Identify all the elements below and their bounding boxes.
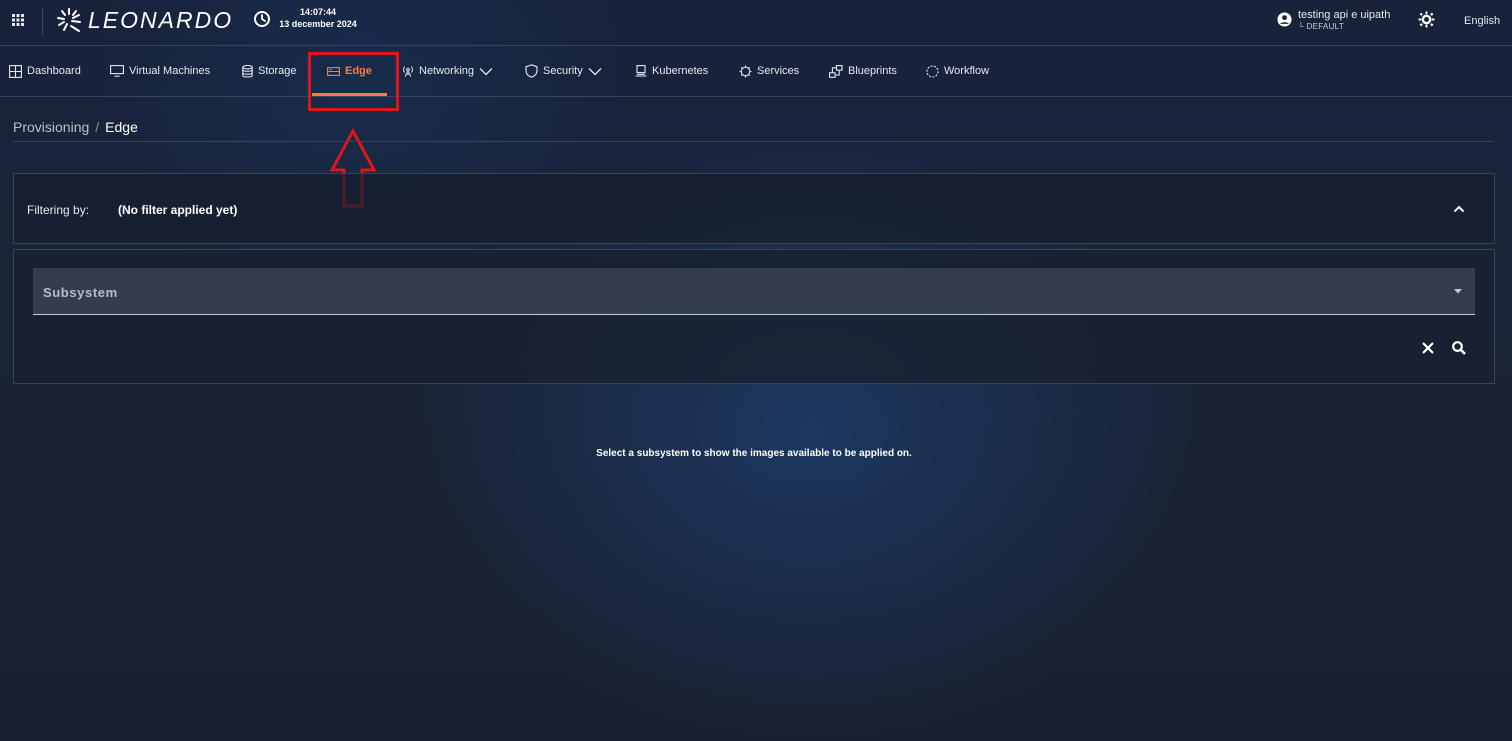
subsystem-select[interactable]: Subsystem — [33, 268, 1475, 315]
breadcrumb-current: Edge — [105, 119, 138, 135]
nav-services[interactable]: Services — [739, 46, 799, 96]
nav-virtual-machines[interactable]: Virtual Machines — [110, 46, 210, 96]
date-time: 14:07:44 13 december 2024 — [276, 7, 360, 30]
nav-storage[interactable]: Storage — [242, 46, 297, 96]
nav-security-label: Security — [543, 65, 583, 77]
subsystem-select-label: Subsystem — [43, 285, 118, 300]
empty-state-message: Select a subsystem to show the images av… — [596, 448, 912, 459]
apps-grid-icon[interactable] — [11, 13, 25, 27]
leonardo-logo[interactable]: LEONARDO — [56, 5, 233, 35]
language-selector[interactable]: English — [1464, 15, 1500, 27]
nav-blueprints-label: Blueprints — [848, 65, 897, 77]
nav-kubernetes-label: Kubernetes — [652, 65, 709, 77]
user-name: testing api e uipath — [1298, 9, 1391, 21]
theme-toggle-icon[interactable] — [1418, 11, 1435, 28]
blueprints-icon — [829, 64, 843, 78]
clear-filter-icon[interactable] — [1420, 340, 1436, 356]
breadcrumb-separator: / — [95, 119, 100, 135]
caret-down-icon — [1454, 289, 1462, 294]
breadcrumb-provisioning[interactable]: Provisioning — [13, 119, 89, 135]
logo-text: LEONARDO — [88, 6, 234, 33]
nav-networking[interactable]: Networking — [402, 46, 493, 96]
chevron-down-icon — [479, 67, 493, 75]
top-bar: LEONARDO 14:07:44 13 december 2024 testi… — [0, 0, 1512, 45]
main-navigation: Dashboard Virtual Machines Storage Edge — [0, 45, 1512, 97]
antenna-icon — [403, 66, 413, 77]
current-time: 14:07:44 — [299, 7, 337, 17]
filter-label: Filtering by: — [27, 203, 90, 217]
nav-services-label: Services — [757, 65, 800, 77]
search-icon[interactable] — [1451, 340, 1467, 356]
nav-kubernetes[interactable]: Kubernetes — [635, 46, 708, 96]
nav-blueprints[interactable]: Blueprints — [829, 46, 897, 96]
dashboard-icon — [9, 64, 22, 78]
filter-panel: Subsystem — [13, 249, 1495, 384]
nav-security[interactable]: Security — [525, 46, 602, 96]
kubernetes-icon — [635, 65, 647, 77]
annotation-highlight-box — [308, 52, 399, 111]
divider — [42, 8, 43, 36]
nav-workflow[interactable]: Workflow — [926, 46, 989, 96]
chevron-up-icon[interactable] — [1451, 201, 1467, 217]
monitor-icon — [110, 65, 124, 77]
nav-dashboard[interactable]: Dashboard — [9, 46, 81, 96]
nav-storage-label: Storage — [258, 65, 297, 77]
database-icon — [242, 64, 253, 78]
clock-icon — [254, 11, 270, 27]
filter-summary-panel[interactable]: Filtering by: (No filter applied yet) — [13, 173, 1495, 244]
breadcrumb: Provisioning / Edge — [13, 119, 138, 135]
user-menu[interactable]: testing api e uipath └ DEFAULT — [1277, 9, 1390, 31]
shield-icon — [525, 64, 538, 78]
nav-workflow-label: Workflow — [944, 65, 990, 77]
filter-value: (No filter applied yet) — [118, 203, 238, 217]
nav-virtual-machines-label: Virtual Machines — [129, 65, 211, 77]
breadcrumb-divider — [13, 141, 1494, 142]
refresh-icon — [926, 64, 939, 78]
nav-networking-label: Networking — [419, 65, 475, 77]
gear-icon — [739, 65, 752, 77]
current-date: 13 december 2024 — [279, 19, 357, 29]
leonardo-mark-icon — [57, 8, 81, 32]
chevron-down-icon — [588, 67, 602, 75]
nav-dashboard-label: Dashboard — [27, 65, 81, 77]
account-icon — [1277, 12, 1292, 27]
user-tenant: └ DEFAULT — [1298, 22, 1345, 31]
